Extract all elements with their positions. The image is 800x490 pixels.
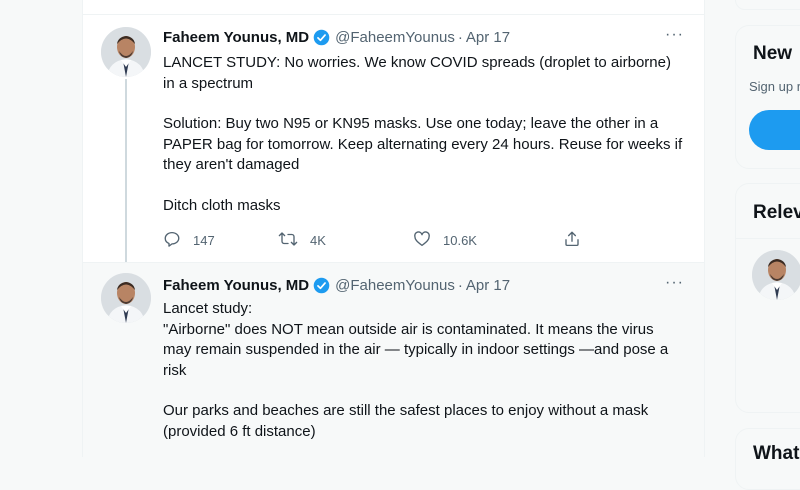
relevant-people-card: Relev (735, 183, 800, 413)
avatar[interactable] (101, 273, 151, 323)
card-subtitle: Sign up r (749, 79, 800, 94)
tweet-text: LANCET STUDY: No worries. We know COVID … (163, 53, 683, 216)
tweet-paragraph: Our parks and beaches are still the safe… (163, 402, 649, 440)
tweet-line: "Airborne" does NOT mean outside air is … (163, 320, 669, 379)
new-to-twitter-card: New Sign up r (735, 25, 800, 169)
more-icon[interactable]: ··· (665, 275, 684, 291)
tweet-paragraph: Solution: Buy two N95 or KN95 masks. Use… (163, 115, 683, 173)
retweet-count: 4K (310, 232, 326, 248)
tweet-line: Lancet study: (163, 300, 253, 317)
card-title: Relev (753, 202, 800, 223)
verified-badge-icon (313, 277, 330, 294)
retweet-icon (278, 230, 298, 251)
previous-tweet-edge (83, 0, 704, 15)
card-title: New (753, 43, 793, 64)
avatar[interactable] (752, 250, 800, 300)
tweet-date[interactable]: Apr 17 (466, 29, 510, 46)
thread-connector (125, 79, 127, 269)
tweet[interactable]: Faheem Younus, MD @FaheemYounus · Apr 17… (83, 15, 704, 269)
tweet-actions: 147 4K 10.6K (163, 230, 603, 250)
author-name[interactable]: Faheem Younus, MD (163, 277, 309, 294)
more-icon[interactable]: ··· (665, 27, 684, 43)
card-title: What's (753, 443, 800, 464)
author-handle[interactable]: @FaheemYounus (335, 29, 455, 46)
tweet-date[interactable]: Apr 17 (466, 277, 510, 294)
reply-icon (163, 230, 181, 251)
tweet-paragraph: Ditch cloth masks (163, 196, 281, 214)
sign-up-button[interactable] (749, 110, 800, 150)
heart-icon (413, 230, 431, 251)
tweet-text: Lancet study: "Airborne" does NOT mean o… (163, 299, 683, 442)
separator-dot: · (457, 276, 463, 294)
reply-button[interactable]: 147 (163, 230, 278, 251)
search-box-edge (735, 0, 800, 10)
share-button[interactable] (563, 230, 581, 251)
author-handle[interactable]: @FaheemYounus (335, 277, 455, 294)
whats-happening-card: What's (735, 428, 800, 490)
tweet-header: Faheem Younus, MD @FaheemYounus · Apr 17 (163, 275, 510, 295)
like-count: 10.6K (443, 232, 477, 248)
divider (736, 238, 800, 239)
reply-count: 147 (193, 232, 215, 248)
author-name[interactable]: Faheem Younus, MD (163, 29, 309, 46)
right-sidebar: New Sign up r Relev What's (735, 0, 800, 490)
retweet-button[interactable]: 4K (278, 230, 413, 251)
tweet[interactable]: Faheem Younus, MD @FaheemYounus · Apr 17… (83, 262, 704, 457)
separator-dot: · (457, 28, 463, 46)
tweet-header: Faheem Younus, MD @FaheemYounus · Apr 17 (163, 27, 510, 47)
timeline: Faheem Younus, MD @FaheemYounus · Apr 17… (82, 0, 705, 457)
share-icon (563, 230, 581, 251)
tweet-paragraph: LANCET STUDY: No worries. We know COVID … (163, 54, 671, 92)
verified-badge-icon (313, 29, 330, 46)
avatar[interactable] (101, 27, 151, 77)
like-button[interactable]: 10.6K (413, 230, 563, 251)
